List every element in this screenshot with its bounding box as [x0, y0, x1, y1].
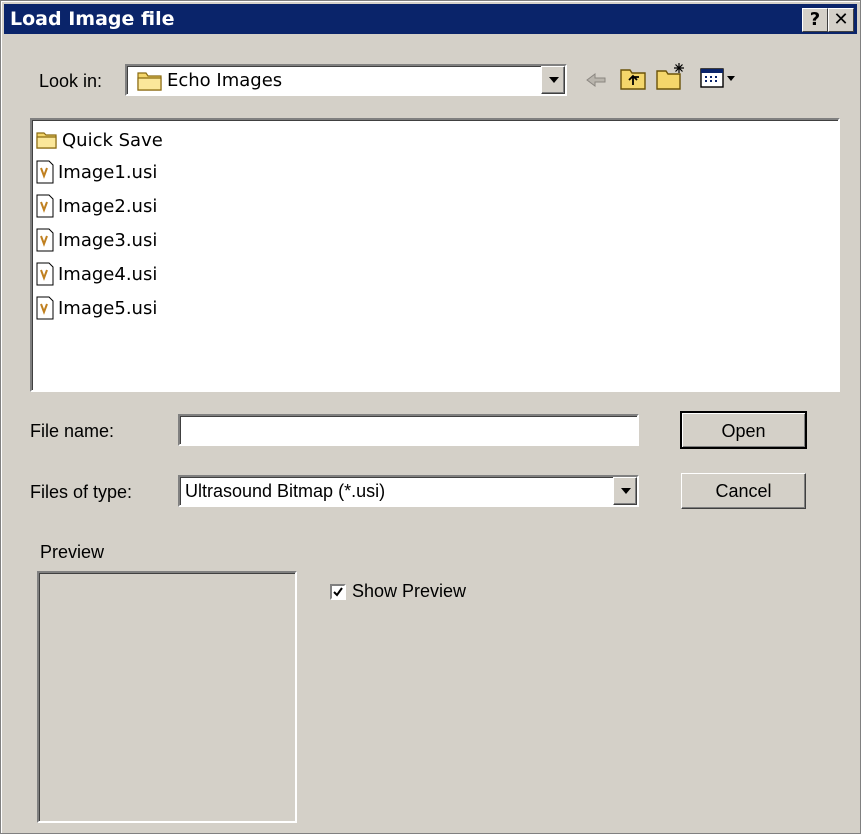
- lookin-dropdown-button[interactable]: [541, 66, 565, 94]
- filetype-value: Ultrasound Bitmap (*.usi): [185, 481, 386, 501]
- filetype-dropdown-button[interactable]: [613, 477, 637, 505]
- lookin-label: Look in:: [39, 71, 103, 91]
- load-image-dialog: Load Image file ? ✕ Look in: Echo Images: [0, 0, 861, 834]
- filetype-label: Files of type:: [30, 482, 133, 502]
- list-item-label: Quick Save: [62, 129, 163, 151]
- new-folder-icon[interactable]: [655, 61, 687, 91]
- list-item[interactable]: Image1.usi: [36, 157, 157, 187]
- usi-file-icon: [36, 194, 54, 218]
- lookin-value: Echo Images: [167, 70, 283, 91]
- usi-file-icon: [36, 262, 54, 286]
- checkbox-check-icon[interactable]: [330, 583, 346, 600]
- chevron-down-icon: [549, 77, 559, 83]
- list-item-label: Image2.usi: [58, 195, 158, 217]
- preview-pane: [37, 571, 297, 823]
- filetype-combobox[interactable]: Ultrasound Bitmap (*.usi): [178, 475, 639, 507]
- list-item[interactable]: Image2.usi: [36, 191, 157, 221]
- title-bar[interactable]: Load Image file ? ✕: [4, 4, 857, 34]
- open-button[interactable]: Open: [680, 411, 807, 449]
- filename-input[interactable]: [178, 414, 639, 446]
- usi-file-icon: [36, 296, 54, 320]
- folder-icon: [36, 128, 57, 152]
- list-item-label: Image4.usi: [58, 263, 158, 285]
- cancel-button[interactable]: Cancel: [681, 473, 806, 509]
- view-menu-icon[interactable]: [699, 65, 739, 91]
- usi-file-icon: [36, 228, 54, 252]
- list-item[interactable]: Image4.usi: [36, 259, 157, 289]
- list-item[interactable]: Image5.usi: [36, 293, 157, 323]
- back-icon[interactable]: [584, 69, 608, 91]
- usi-file-icon: [36, 160, 54, 184]
- close-button[interactable]: ✕: [828, 8, 854, 32]
- preview-label: Preview: [40, 542, 105, 562]
- list-item-label: Image1.usi: [58, 161, 158, 183]
- list-item[interactable]: Image3.usi: [36, 225, 157, 255]
- folder-icon: [137, 69, 163, 97]
- help-button[interactable]: ?: [802, 8, 828, 32]
- lookin-combobox[interactable]: Echo Images: [125, 64, 567, 96]
- chevron-down-icon: [621, 488, 631, 494]
- file-list[interactable]: Quick Save Image1.usi Image2.usi Image3.…: [30, 118, 840, 392]
- show-preview-checkbox[interactable]: Show Preview: [330, 581, 466, 602]
- window-title: Load Image file: [10, 8, 175, 30]
- list-item-label: Image3.usi: [58, 229, 158, 251]
- list-item-label: Image5.usi: [58, 297, 158, 319]
- filename-label: File name:: [30, 421, 115, 441]
- show-preview-label: Show Preview: [352, 581, 467, 601]
- up-folder-icon[interactable]: [619, 65, 647, 91]
- list-item[interactable]: Quick Save: [36, 125, 163, 155]
